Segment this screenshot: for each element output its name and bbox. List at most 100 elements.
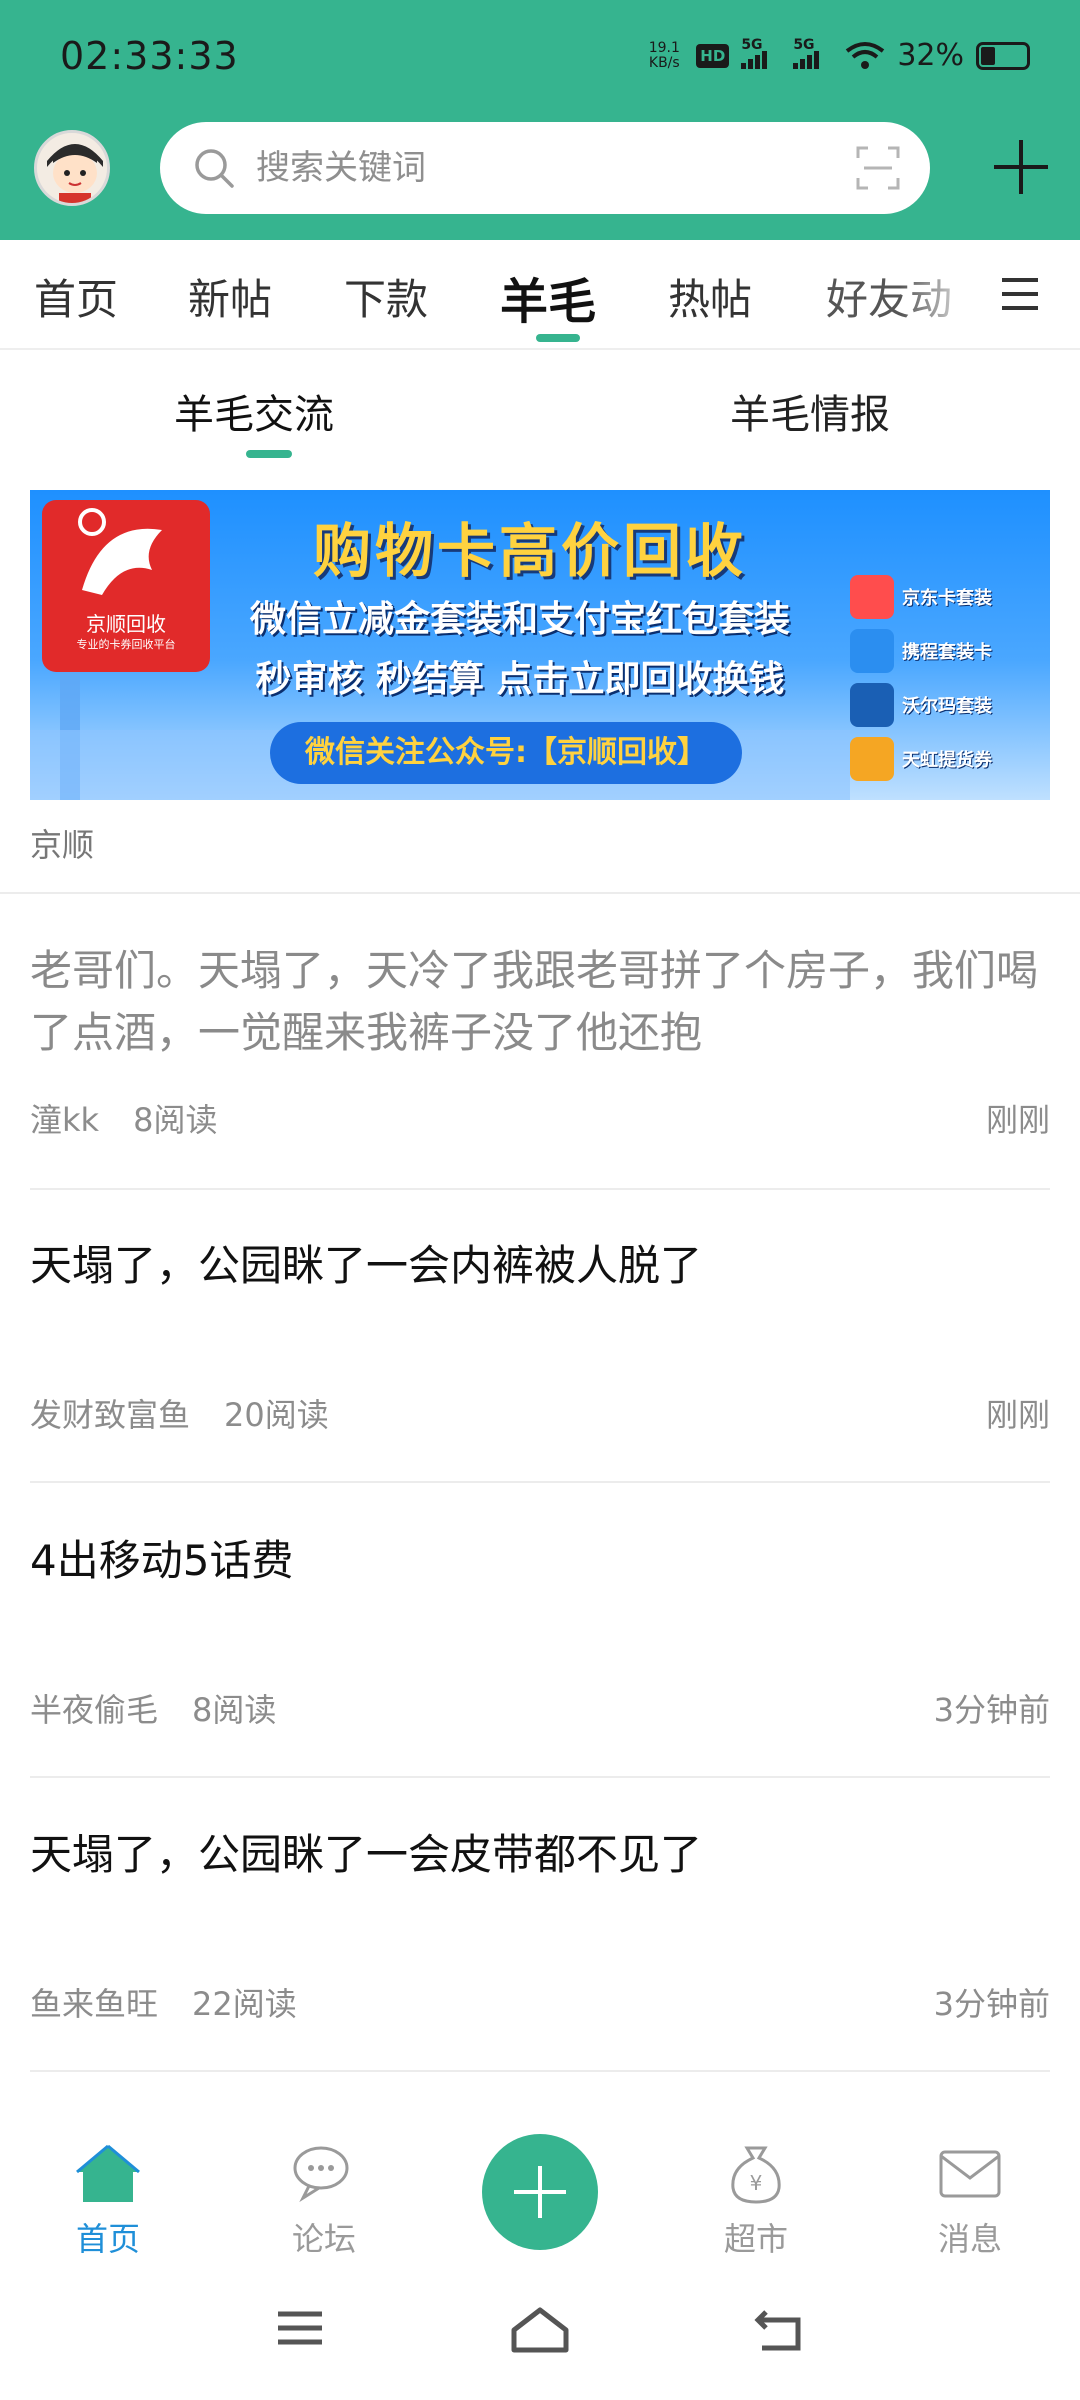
post-meta: 半夜偷毛 8阅读 bbox=[30, 1685, 276, 1731]
nav-messages-label: 消息 bbox=[937, 2220, 1002, 2258]
network-speed-unit: KB/s bbox=[648, 54, 680, 71]
chat-bubble-icon bbox=[293, 2146, 349, 2203]
banner-headline: 购物卡高价回收 bbox=[312, 517, 747, 585]
post-meta: 潼kk 8阅读 bbox=[30, 1095, 217, 1141]
scan-icon[interactable] bbox=[854, 144, 902, 192]
post-time: 3分钟前 bbox=[933, 1691, 1050, 1729]
tianhong-card-icon bbox=[850, 737, 894, 781]
plus-icon bbox=[514, 2166, 566, 2218]
tab-deals[interactable]: 羊毛 bbox=[500, 262, 596, 332]
post-new-button[interactable] bbox=[482, 2134, 598, 2250]
divider bbox=[0, 892, 1080, 894]
post-meta: 鱼来鱼旺 22阅读 bbox=[30, 1979, 297, 2025]
banner-subline-2: 秒审核 秒结算 点击立即回收换钱 bbox=[255, 659, 785, 700]
post-author[interactable]: 鱼来鱼旺 bbox=[30, 1985, 158, 2023]
battery-icon bbox=[976, 41, 1030, 70]
banner-side-item: 携程套装卡 bbox=[850, 624, 1040, 678]
banner-logo-name: 京顺回收 bbox=[86, 612, 166, 636]
channel-tab-bar: 首页 新帖 下款 羊毛 热帖 好友动 bbox=[0, 240, 1080, 350]
nav-messages[interactable]: 消息 bbox=[900, 2142, 1040, 2260]
ad-banner[interactable]: 京顺回收 专业的卡券回收平台 购物卡高价回收 微信立减金套装和支付宝红包套装 秒… bbox=[30, 490, 1050, 800]
post-reads: 8阅读 bbox=[133, 1101, 218, 1139]
nav-forum[interactable]: 论坛 bbox=[254, 2142, 394, 2260]
post-time: 刚刚 bbox=[985, 1101, 1050, 1139]
subtab-deal-discussion[interactable]: 羊毛交流 bbox=[174, 382, 334, 440]
post-title: 4出移动5话费 bbox=[30, 1536, 294, 1585]
search-icon bbox=[195, 149, 234, 188]
add-icon[interactable] bbox=[990, 136, 1052, 198]
banner-logo: 京顺回收 专业的卡券回收平台 bbox=[42, 500, 210, 672]
banner-side-item: 天虹提货券 bbox=[850, 732, 1040, 786]
divider bbox=[30, 1188, 1050, 1190]
nav-home-label: 首页 bbox=[75, 2220, 140, 2258]
home-system-icon[interactable] bbox=[510, 2306, 570, 2354]
divider bbox=[30, 1776, 1050, 1778]
post-author[interactable]: 发财致富鱼 bbox=[30, 1396, 190, 1434]
nav-forum-label: 论坛 bbox=[291, 2220, 356, 2258]
svg-text:¥: ¥ bbox=[750, 2171, 763, 2195]
signal-label-2: 5G bbox=[793, 36, 815, 53]
nav-market-label: 超市 bbox=[723, 2220, 788, 2258]
dolphin-logo-icon bbox=[78, 508, 162, 595]
post-reads: 8阅读 bbox=[192, 1691, 277, 1729]
post-title: 天塌了，公园眯了一会皮带都不见了 bbox=[30, 1830, 703, 1879]
hd-voice-badge: HD bbox=[696, 43, 730, 68]
divider bbox=[30, 1481, 1050, 1483]
status-indicators: 19.1 KB/s HD 5G 5G 32% bbox=[644, 37, 1030, 73]
money-bag-icon: ¥ bbox=[731, 2146, 781, 2204]
post-item[interactable]: 天塌了，公园眯了一会内裤被人脱了 发财致富鱼 20阅读 刚刚 bbox=[30, 1235, 1050, 1485]
tab-hot-posts[interactable]: 热帖 bbox=[668, 266, 752, 327]
network-speed-value: 19.1 bbox=[648, 39, 680, 56]
search-input[interactable] bbox=[256, 140, 816, 196]
post-reads: 22阅读 bbox=[192, 1985, 297, 2023]
signal-strength-icon: 5G bbox=[741, 37, 781, 69]
banner-subline-1: 微信立减金套装和支付宝红包套装 bbox=[249, 599, 790, 640]
post-reads: 20阅读 bbox=[224, 1396, 329, 1434]
ad-sponsor: 京顺 bbox=[30, 826, 95, 864]
jd-card-icon bbox=[850, 575, 894, 619]
signal-strength-icon-2: 5G bbox=[793, 37, 833, 69]
search-bar[interactable] bbox=[160, 122, 930, 214]
active-subtab-indicator bbox=[246, 450, 292, 458]
banner-logo-slogan: 专业的卡券回收平台 bbox=[76, 638, 176, 651]
post-author[interactable]: 潼kk bbox=[30, 1101, 99, 1139]
ctrip-card-icon bbox=[850, 629, 894, 673]
post-author[interactable]: 半夜偷毛 bbox=[30, 1691, 158, 1729]
back-icon[interactable] bbox=[752, 2306, 808, 2354]
system-nav-bar bbox=[0, 2262, 1080, 2400]
post-title: 天塌了，公园眯了一会内裤被人脱了 bbox=[30, 1241, 703, 1290]
walmart-card-icon bbox=[850, 683, 894, 727]
user-avatar[interactable] bbox=[34, 130, 110, 206]
network-speed: 19.1 KB/s bbox=[644, 39, 684, 71]
divider bbox=[30, 2070, 1050, 2072]
post-item[interactable]: 4出移动5话费 半夜偷毛 8阅读 3分钟前 bbox=[30, 1530, 1050, 1780]
tab-home[interactable]: 首页 bbox=[34, 266, 118, 327]
banner-side-list: 京东卡套装 携程套装卡 沃尔玛套装 天虹提货券 bbox=[850, 570, 1040, 786]
banner-cta: 微信关注公众号:【京顺回收】 bbox=[270, 722, 742, 784]
status-time: 02:33:33 bbox=[60, 34, 239, 78]
banner-side-item: 京东卡套装 bbox=[850, 570, 1040, 624]
tab-loans[interactable]: 下款 bbox=[344, 266, 428, 327]
nav-home[interactable]: 首页 bbox=[38, 2142, 178, 2260]
post-title: 老哥们。天塌了，天冷了我跟老哥拼了个房子，我们喝了点酒，一觉醒来我裤子没了他还抱 bbox=[30, 946, 1039, 1057]
post-item[interactable]: 老哥们。天塌了，天冷了我跟老哥拼了个房子，我们喝了点酒，一觉醒来我裤子没了他还抱… bbox=[30, 940, 1050, 1190]
post-time: 3分钟前 bbox=[933, 1985, 1050, 2023]
recent-apps-icon[interactable] bbox=[274, 2306, 326, 2350]
status-bar: 02:33:33 19.1 KB/s HD 5G 5G 32% bbox=[0, 0, 1080, 118]
post-meta: 发财致富鱼 20阅读 bbox=[30, 1390, 329, 1436]
bottom-nav-bar: 首页 论坛 ¥ 超市 消息 bbox=[0, 2112, 1080, 2262]
post-item[interactable]: 天塌了，公园眯了一会皮带都不见了 鱼来鱼旺 22阅读 3分钟前 bbox=[30, 1824, 1050, 2074]
wifi-icon bbox=[846, 41, 885, 69]
post-time: 刚刚 bbox=[985, 1396, 1050, 1434]
menu-icon[interactable] bbox=[996, 274, 1044, 314]
banner-side-item: 沃尔玛套装 bbox=[850, 678, 1040, 732]
tab-new-posts[interactable]: 新帖 bbox=[188, 266, 272, 327]
home-icon bbox=[76, 2144, 140, 2202]
subtab-deal-intel[interactable]: 羊毛情报 bbox=[730, 382, 890, 440]
signal-label-1: 5G bbox=[741, 36, 763, 53]
battery-percent: 32% bbox=[897, 38, 964, 73]
sub-tab-bar: 羊毛交流 羊毛情报 bbox=[0, 350, 1080, 470]
nav-market[interactable]: ¥ 超市 bbox=[686, 2142, 826, 2260]
envelope-icon bbox=[939, 2150, 1001, 2198]
active-tab-indicator bbox=[536, 334, 580, 342]
